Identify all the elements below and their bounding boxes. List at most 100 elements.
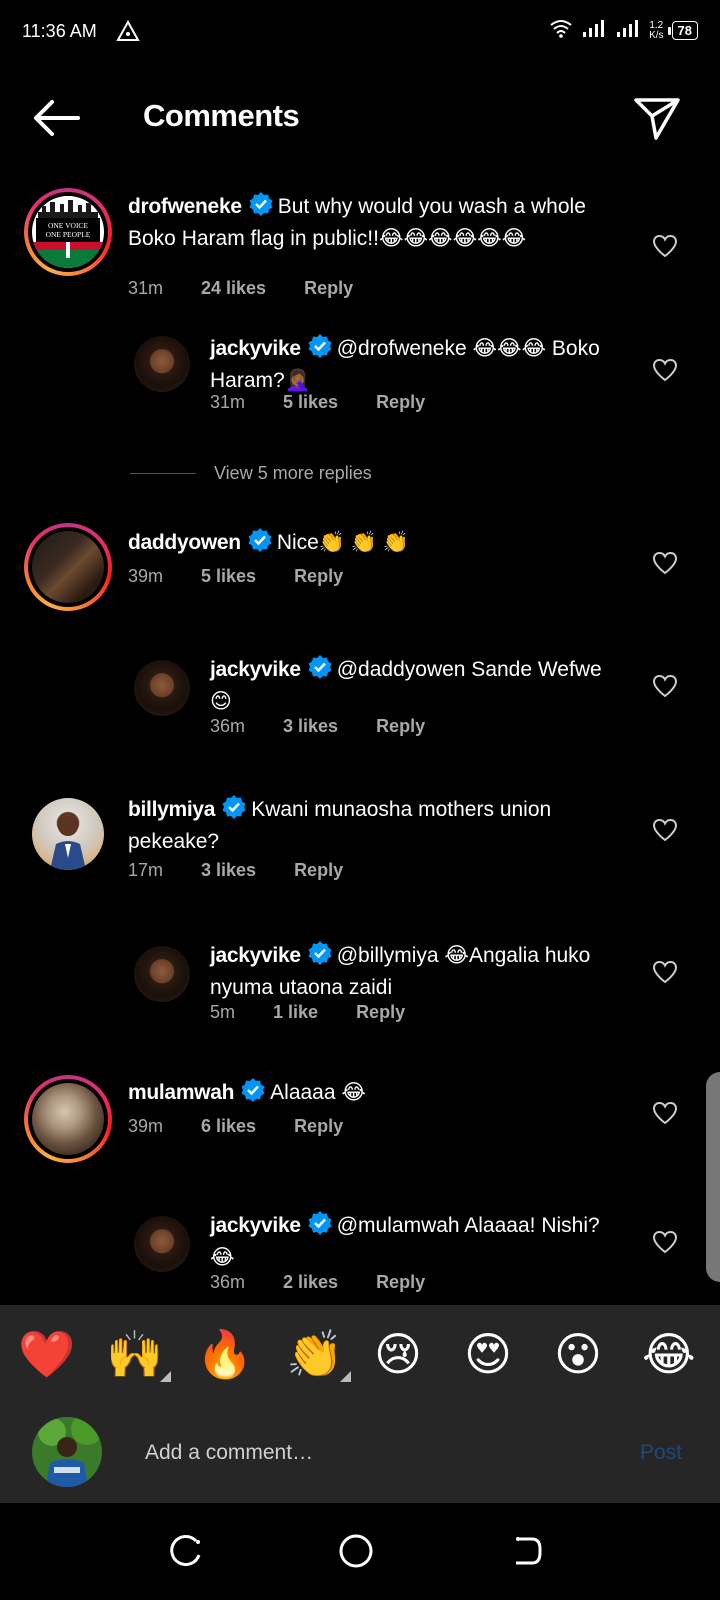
comment-username[interactable]: jackyvike	[210, 337, 301, 360]
comment-username[interactable]: mulamwah	[128, 1081, 234, 1104]
heart-icon[interactable]	[652, 960, 678, 984]
verified-badge-icon	[247, 527, 273, 561]
reaction-clap-button[interactable]: 👏	[286, 1327, 343, 1381]
avatar[interactable]	[134, 336, 190, 392]
comment-likes[interactable]: 1 like	[273, 1002, 318, 1023]
comment-username[interactable]: jackyvike	[210, 944, 301, 967]
verified-badge-icon	[307, 654, 333, 688]
skin-tone-indicator	[340, 1371, 351, 1382]
comment-text: jackyvike @drofweneke 😂😂😂 Boko Haram?🤦🏾‍♀…	[210, 333, 610, 395]
reply-button[interactable]: Reply	[294, 1116, 343, 1137]
page-title: Comments	[143, 98, 300, 133]
avatar[interactable]	[32, 798, 104, 870]
comments-list[interactable]: ONE VOICE ONE PEOPLE drofweneke But why w…	[0, 170, 720, 1305]
comment-meta: 5m 1 like Reply	[210, 1002, 405, 1023]
reply-item: jackyvike @billymiya 😂Angalia huko nyuma …	[0, 940, 720, 1050]
reaction-fire-button[interactable]: 🔥	[196, 1327, 253, 1381]
back-nav-icon[interactable]	[508, 1531, 548, 1571]
comment-meta: 17m 3 likes Reply	[128, 860, 343, 881]
back-arrow-icon[interactable]	[30, 96, 84, 140]
reaction-heart-eyes-button[interactable]: 😍	[464, 1327, 512, 1381]
heart-icon[interactable]	[652, 674, 678, 698]
comment-meta: 31m 24 likes Reply	[128, 278, 353, 299]
speed-value: 1.2	[649, 19, 664, 31]
comment-meta: 36m 3 likes Reply	[210, 716, 425, 737]
avatar[interactable]	[134, 946, 190, 1002]
avatar[interactable]	[134, 1216, 190, 1272]
reply-button[interactable]: Reply	[376, 716, 425, 737]
reaction-raised-hands-button[interactable]: 🙌	[106, 1327, 163, 1381]
comment-meta: 39m 5 likes Reply	[128, 566, 343, 587]
reaction-crying-button[interactable]: 😢	[374, 1327, 422, 1381]
reply-button[interactable]: Reply	[294, 566, 343, 587]
speed-unit: K/s	[649, 29, 664, 41]
reply-item: jackyvike @mulamwah Alaaaa! Nishi?😂 36m 2…	[0, 1210, 720, 1305]
reply-item: jackyvike @daddyowen Sande Wefwe😊 36m 3 l…	[0, 654, 720, 764]
avatar-text-line2: ONE PEOPLE	[45, 230, 91, 239]
heart-icon[interactable]	[652, 1101, 678, 1125]
verified-badge-icon	[307, 1210, 333, 1244]
send-icon[interactable]	[632, 94, 682, 144]
comment-text: jackyvike @billymiya 😂Angalia huko nyuma …	[210, 940, 610, 1002]
comment-time: 36m	[210, 716, 246, 736]
comment-text: billymiya Kwani munaosha mothers union pe…	[128, 794, 618, 856]
divider	[130, 473, 196, 474]
system-nav-bar	[0, 1503, 720, 1600]
reply-button[interactable]: Reply	[294, 860, 343, 881]
heart-icon[interactable]	[652, 818, 678, 842]
battery-icon: 78	[667, 21, 698, 40]
view-more-label: View 5 more replies	[214, 463, 372, 483]
comment-time: 17m	[128, 860, 164, 880]
heart-icon[interactable]	[652, 358, 678, 382]
comment-likes[interactable]: 6 likes	[201, 1116, 256, 1137]
comment-composer: ❤️ 🙌 🔥 👏 😢 😍 😮 😂 Post	[0, 1305, 720, 1503]
wifi-icon	[549, 18, 573, 43]
view-more-replies-button[interactable]: View 5 more replies	[130, 463, 372, 484]
comment-likes[interactable]: 2 likes	[283, 1272, 338, 1293]
heart-icon[interactable]	[652, 234, 678, 258]
heart-icon[interactable]	[652, 551, 678, 575]
comment-username[interactable]: jackyvike	[210, 658, 301, 681]
avatar[interactable]	[134, 660, 190, 716]
reaction-heart-button[interactable]: ❤️	[18, 1327, 75, 1381]
comment-username[interactable]: drofweneke	[128, 195, 242, 218]
status-time: 11:36 AM	[22, 21, 97, 41]
current-user-avatar	[32, 1417, 102, 1487]
comment-likes[interactable]: 24 likes	[201, 278, 266, 299]
comment-likes[interactable]: 3 likes	[283, 716, 338, 737]
story-ring[interactable]	[24, 523, 112, 611]
comment-time: 39m	[128, 566, 164, 586]
comment-text: daddyowen Nice👏 👏 👏	[128, 527, 618, 561]
reply-button[interactable]: Reply	[356, 1002, 405, 1023]
reply-button[interactable]: Reply	[304, 278, 353, 299]
header: Comments	[0, 82, 720, 154]
comment-username[interactable]: jackyvike	[210, 1214, 301, 1237]
signal-icon	[581, 18, 607, 43]
comment-time: 31m	[128, 278, 164, 298]
comment-likes[interactable]: 5 likes	[201, 566, 256, 587]
skin-tone-indicator	[160, 1371, 171, 1382]
reply-button[interactable]: Reply	[376, 392, 425, 413]
recent-apps-icon[interactable]	[166, 1531, 206, 1571]
verified-badge-icon	[221, 794, 247, 828]
reaction-laughing-button[interactable]: 😂	[642, 1327, 696, 1381]
heart-icon[interactable]	[652, 1230, 678, 1254]
comment-input[interactable]	[143, 1435, 587, 1471]
post-button[interactable]: Post	[640, 1441, 682, 1465]
comment-body: Alaaaa 😂	[270, 1081, 366, 1104]
comment-meta: 39m 6 likes Reply	[128, 1116, 343, 1137]
reply-button[interactable]: Reply	[376, 1272, 425, 1293]
network-speed: 1.2 K/s	[649, 19, 664, 41]
comment-username[interactable]: billymiya	[128, 798, 215, 821]
comment-likes[interactable]: 5 likes	[283, 392, 338, 413]
story-ring[interactable]: ONE VOICE ONE PEOPLE	[24, 188, 112, 276]
scrollbar-handle[interactable]	[706, 1072, 720, 1282]
reaction-surprised-button[interactable]: 😮	[554, 1327, 602, 1381]
comment-meta: 31m 5 likes Reply	[210, 392, 425, 413]
comment-likes[interactable]: 3 likes	[201, 860, 256, 881]
home-icon[interactable]	[336, 1531, 376, 1571]
verified-badge-icon	[240, 1077, 266, 1111]
comment-username[interactable]: daddyowen	[128, 531, 241, 554]
story-ring[interactable]	[24, 1075, 112, 1163]
comment-item: mulamwah Alaaaa 😂 39m 6 likes Reply	[0, 1075, 720, 1175]
